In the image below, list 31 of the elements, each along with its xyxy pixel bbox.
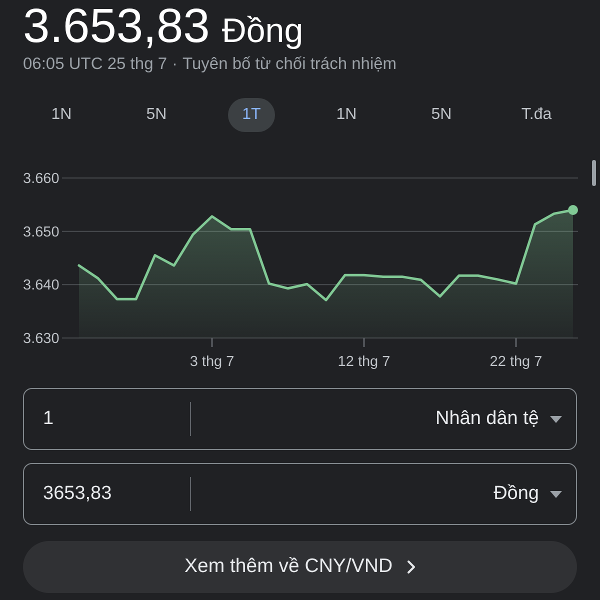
currency-select[interactable]: Đồng <box>191 464 576 524</box>
period-tab[interactable]: 1T <box>228 98 275 132</box>
disclaimer-link[interactable]: Tuyên bố từ chối trách nhiệm <box>182 54 397 74</box>
x-axis-label: 22 thg 7 <box>490 354 542 370</box>
see-more-button[interactable]: Xem thêm về CNY/VND <box>23 541 577 593</box>
x-axis-tick <box>363 338 365 347</box>
exchange-rate: 3.653,83 <box>23 0 210 54</box>
converter-field[interactable]: 3653,83 Đồng <box>23 463 577 525</box>
period-tab[interactable]: 5N <box>132 98 181 132</box>
y-axis-label: 3.630 <box>23 331 60 347</box>
x-axis-label: 3 thg 7 <box>190 354 234 370</box>
separator-dot: · <box>172 54 178 74</box>
converter-field[interactable]: 1 Nhân dân tệ <box>23 388 577 450</box>
scroll-indicator <box>592 160 596 186</box>
period-tab[interactable]: 1N <box>37 98 86 132</box>
y-axis-label: 3.660 <box>23 171 60 187</box>
x-axis-label: 12 thg 7 <box>338 354 390 370</box>
y-axis-label: 3.640 <box>23 278 60 294</box>
end-point-marker <box>568 205 578 215</box>
currency-select[interactable]: Nhân dân tệ <box>191 389 576 449</box>
chevron-right-icon <box>406 560 416 574</box>
update-time: 06:05 UTC 25 thg 7 <box>23 54 168 74</box>
currency-name: Đồng <box>222 11 304 52</box>
period-tab[interactable]: 5N <box>417 98 466 132</box>
dropdown-caret-icon <box>550 490 562 498</box>
period-tab[interactable]: T.đa <box>507 98 566 132</box>
y-axis-label: 3.650 <box>23 224 60 240</box>
dropdown-caret-icon <box>550 416 562 422</box>
x-axis-tick <box>211 338 213 347</box>
x-axis-tick <box>515 338 517 347</box>
period-tab[interactable]: 1N <box>322 98 371 132</box>
